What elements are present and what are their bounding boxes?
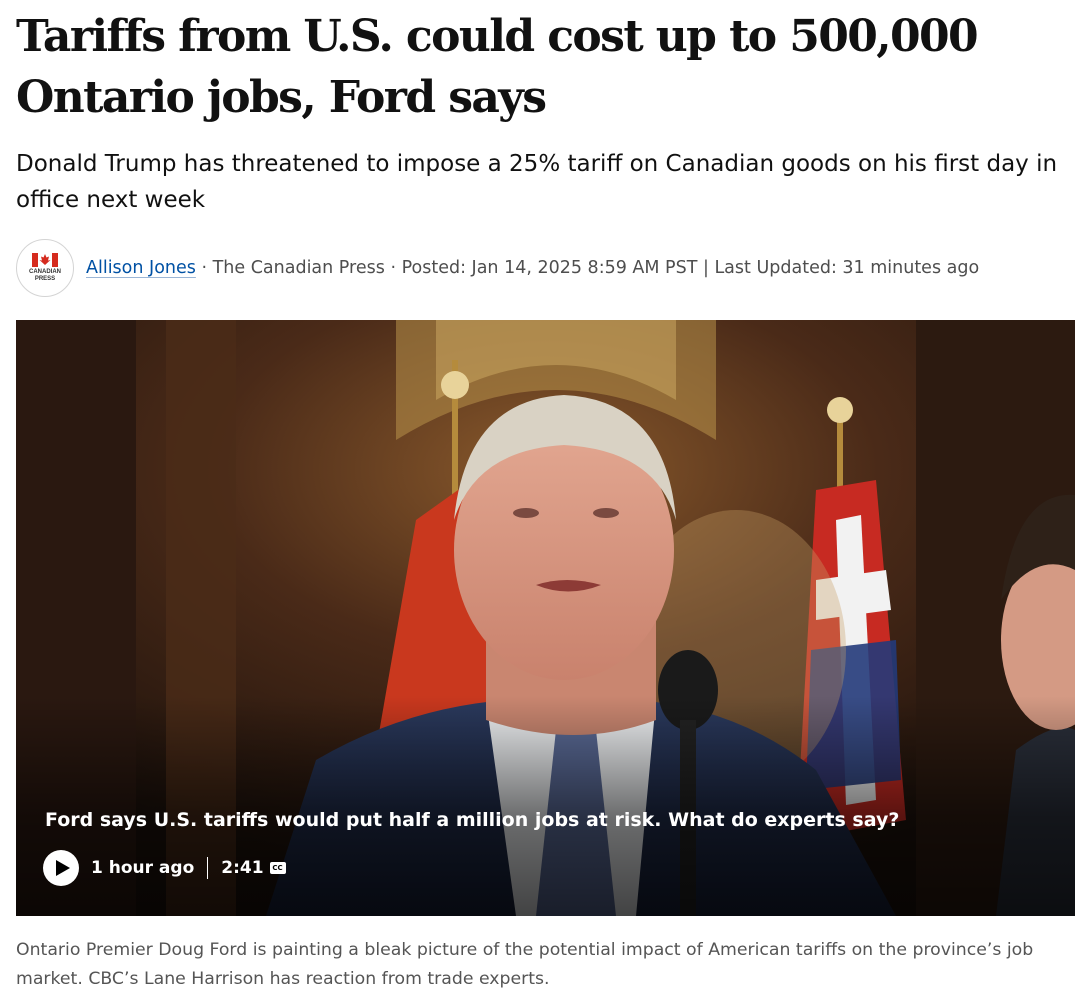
play-icon <box>55 860 70 876</box>
maple-leaf-icon <box>32 253 58 267</box>
video-time-ago: 1 hour ago <box>91 858 195 878</box>
updated-timestamp: Last Updated: 31 minutes ago <box>714 258 980 278</box>
byline-divider: | <box>697 258 715 278</box>
video-caption: Ontario Premier Doug Ford is painting a … <box>16 940 1034 989</box>
byline: CANADIAN PRESS Allison Jones · The Canadi… <box>16 238 1076 298</box>
byline-separator: · <box>195 258 213 278</box>
byline-source: The Canadian Press <box>212 258 385 278</box>
play-button[interactable] <box>43 850 79 886</box>
video-meta: 1 hour ago 2:41 CC <box>43 850 286 886</box>
author-link[interactable]: Allison Jones <box>86 258 196 278</box>
article-deck: Donald Trump has threatened to impose a … <box>16 151 1058 213</box>
video-player[interactable]: Ford says U.S. tariffs would put half a … <box>16 320 1075 916</box>
closed-captions-icon: CC <box>269 862 286 874</box>
posted-timestamp: Posted: Jan 14, 2025 8:59 AM PST <box>401 258 698 278</box>
meta-divider <box>207 857 209 879</box>
video-title[interactable]: Ford says U.S. tariffs would put half a … <box>45 807 1045 833</box>
video-duration: 2:41 <box>221 858 264 878</box>
logo-wordmark: CANADIAN PRESS <box>29 269 61 282</box>
byline-separator-2: · <box>384 258 402 278</box>
article-headline: Tariffs from U.S. could cost up to 500,0… <box>16 11 979 123</box>
canadian-press-logo: CANADIAN PRESS <box>16 239 74 297</box>
byline-text: Allison Jones · The Canadian Press · Pos… <box>86 258 979 278</box>
